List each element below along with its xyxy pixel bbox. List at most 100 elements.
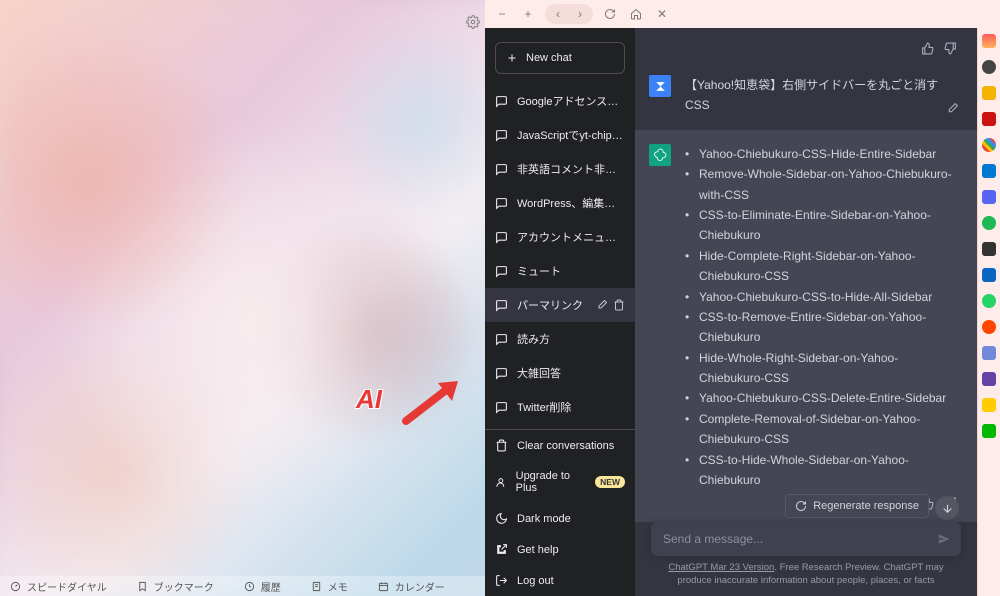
conversation-item[interactable]: JavaScriptでyt-chip-cloud-chip: [485, 118, 635, 152]
chat-input-placeholder: Send a message...: [663, 532, 763, 546]
extension-icon[interactable]: [982, 86, 996, 100]
assistant-message: Yahoo-Chiebukuro-CSS-Hide-Entire-Sidebar…: [635, 130, 977, 523]
send-button[interactable]: [937, 532, 951, 546]
dark-mode-label: Dark mode: [517, 513, 571, 525]
conversation-item[interactable]: 読み方: [485, 322, 635, 356]
new-chat-button[interactable]: New chat: [495, 42, 625, 74]
conversation-label: 読み方: [517, 331, 625, 347]
version-link[interactable]: ChatGPT Mar 23 Version: [668, 562, 774, 573]
list-item: CSS-to-Eliminate-Entire-Sidebar-on-Yahoo…: [685, 205, 957, 246]
conversation-item[interactable]: パーマリンク: [485, 288, 635, 322]
conversation-item[interactable]: アカウントメニューにリンク追加 (Ad…: [485, 220, 635, 254]
logout-button[interactable]: Log out: [485, 565, 635, 596]
list-item: CSS-to-Remove-Entire-Sidebar-on-Yahoo-Ch…: [685, 307, 957, 348]
chat-icon: [495, 367, 508, 380]
get-help-button[interactable]: Get help: [485, 534, 635, 565]
back-button[interactable]: ‹: [549, 5, 567, 23]
chat-input[interactable]: Send a message...: [651, 522, 961, 556]
conversation-label: 大雑回答: [517, 365, 625, 381]
bottom-bar-label: メモ: [328, 579, 348, 594]
extension-icon[interactable]: [982, 372, 996, 386]
regenerate-label: Regenerate response: [813, 500, 919, 512]
scroll-to-bottom-button[interactable]: [935, 496, 959, 520]
conversation-label: 非英語コメント非表示: [517, 161, 625, 177]
home-button[interactable]: [627, 5, 645, 23]
extension-icon[interactable]: [982, 346, 996, 360]
bottom-bar-label: ブックマーク: [154, 579, 214, 594]
close-tab-button[interactable]: ✕: [653, 5, 671, 23]
annotation-arrow-icon: [400, 375, 464, 434]
extension-icon[interactable]: [982, 268, 996, 282]
desktop-bottom-bar: スピードダイヤル ブックマーク 履歴 メモ カレンダー: [0, 576, 485, 596]
bottom-bar-item-calendar[interactable]: カレンダー: [378, 579, 445, 594]
trash-icon[interactable]: [613, 299, 625, 311]
edit-message-button[interactable]: [946, 102, 959, 120]
extension-icon[interactable]: [982, 320, 996, 334]
bottom-bar-item-bookmark[interactable]: ブックマーク: [137, 579, 214, 594]
new-chat-label: New chat: [526, 52, 572, 64]
chatgpt-app: New chat Googleアドセンス審査広告 JavaScriptでyt-ch…: [485, 28, 977, 596]
chat-icon: [495, 265, 508, 278]
edit-icon[interactable]: [596, 299, 608, 311]
conversation-item[interactable]: Googleアドセンス審査広告: [485, 84, 635, 118]
chat-icon: [495, 299, 508, 312]
dark-mode-button[interactable]: Dark mode: [485, 503, 635, 534]
chat-icon: [495, 163, 508, 176]
extension-icon[interactable]: [982, 190, 996, 204]
extension-icon[interactable]: [982, 164, 996, 178]
reload-button[interactable]: [601, 5, 619, 23]
moon-icon: [495, 512, 508, 525]
conversation-item[interactable]: Hide TR Element JavaScript: [485, 424, 635, 429]
bottom-bar-item-history[interactable]: 履歴: [244, 579, 281, 594]
extension-icon[interactable]: [982, 34, 996, 48]
zoom-in-button[interactable]: +: [519, 5, 537, 23]
extension-icon[interactable]: [982, 60, 996, 74]
bottom-bar-item-note[interactable]: メモ: [311, 579, 348, 594]
conversation-item[interactable]: ミュート: [485, 254, 635, 288]
user-message: 【Yahoo!知恵袋】右側サイドバーを丸ごと消すCSS: [635, 61, 977, 130]
bottom-bar-label: 履歴: [261, 579, 281, 594]
chat-icon: [495, 129, 508, 142]
extension-icon[interactable]: [982, 242, 996, 256]
chat-icon: [495, 95, 508, 108]
bookmark-icon: [137, 581, 148, 592]
thumbs-up-icon[interactable]: [921, 42, 934, 55]
bottom-bar-item-speed[interactable]: スピードダイヤル: [10, 579, 107, 594]
conversation-item[interactable]: 非英語コメント非表示: [485, 152, 635, 186]
bottom-bar-label: スピードダイヤル: [27, 579, 107, 594]
extension-icon[interactable]: [982, 112, 996, 126]
footer-disclaimer: ChatGPT Mar 23 Version. Free Research Pr…: [651, 556, 961, 588]
plus-icon: [506, 52, 518, 64]
gear-icon[interactable]: [466, 15, 480, 29]
extension-icon[interactable]: [982, 424, 996, 438]
conversation-label: アカウントメニューにリンク追加 (Ad…: [517, 229, 625, 245]
upgrade-button[interactable]: Upgrade to Plus NEW: [485, 461, 635, 503]
forward-button[interactable]: ›: [571, 5, 589, 23]
clear-conversations-button[interactable]: Clear conversations: [485, 430, 635, 461]
list-item: Complete-Removal-of-Sidebar-on-Yahoo-Chi…: [685, 409, 957, 450]
thumbs-down-icon[interactable]: [944, 42, 957, 55]
annotation-ai-label: AI: [356, 384, 382, 415]
extension-icon[interactable]: [982, 138, 996, 152]
new-badge: NEW: [595, 476, 625, 488]
conversation-item[interactable]: 大雑回答: [485, 356, 635, 390]
extension-icon[interactable]: [982, 294, 996, 308]
extension-icon[interactable]: [982, 216, 996, 230]
chat-icon: [495, 197, 508, 210]
conversation-item[interactable]: WordPress、編集画面のメディア…: [485, 186, 635, 220]
chat-sidebar: New chat Googleアドセンス審査広告 JavaScriptでyt-ch…: [485, 28, 635, 596]
external-link-icon: [495, 543, 508, 556]
message-feedback-top: [635, 28, 977, 61]
user-avatar: [649, 75, 671, 97]
conversation-label: WordPress、編集画面のメディア…: [517, 195, 625, 211]
user-message-text: 【Yahoo!知恵袋】右側サイドバーを丸ごと消すCSS: [685, 75, 957, 116]
note-icon: [311, 581, 322, 592]
regenerate-button[interactable]: Regenerate response: [785, 494, 929, 518]
extension-icon[interactable]: [982, 398, 996, 412]
conversation-label: Googleアドセンス審査広告: [517, 93, 625, 109]
conversation-item[interactable]: Twitter削除: [485, 390, 635, 424]
list-item: CSS-to-Hide-Whole-Sidebar-on-Yahoo-Chieb…: [685, 450, 957, 491]
trash-icon: [495, 439, 508, 452]
conversation-label: JavaScriptでyt-chip-cloud-chip: [517, 127, 625, 143]
zoom-out-button[interactable]: −: [493, 5, 511, 23]
